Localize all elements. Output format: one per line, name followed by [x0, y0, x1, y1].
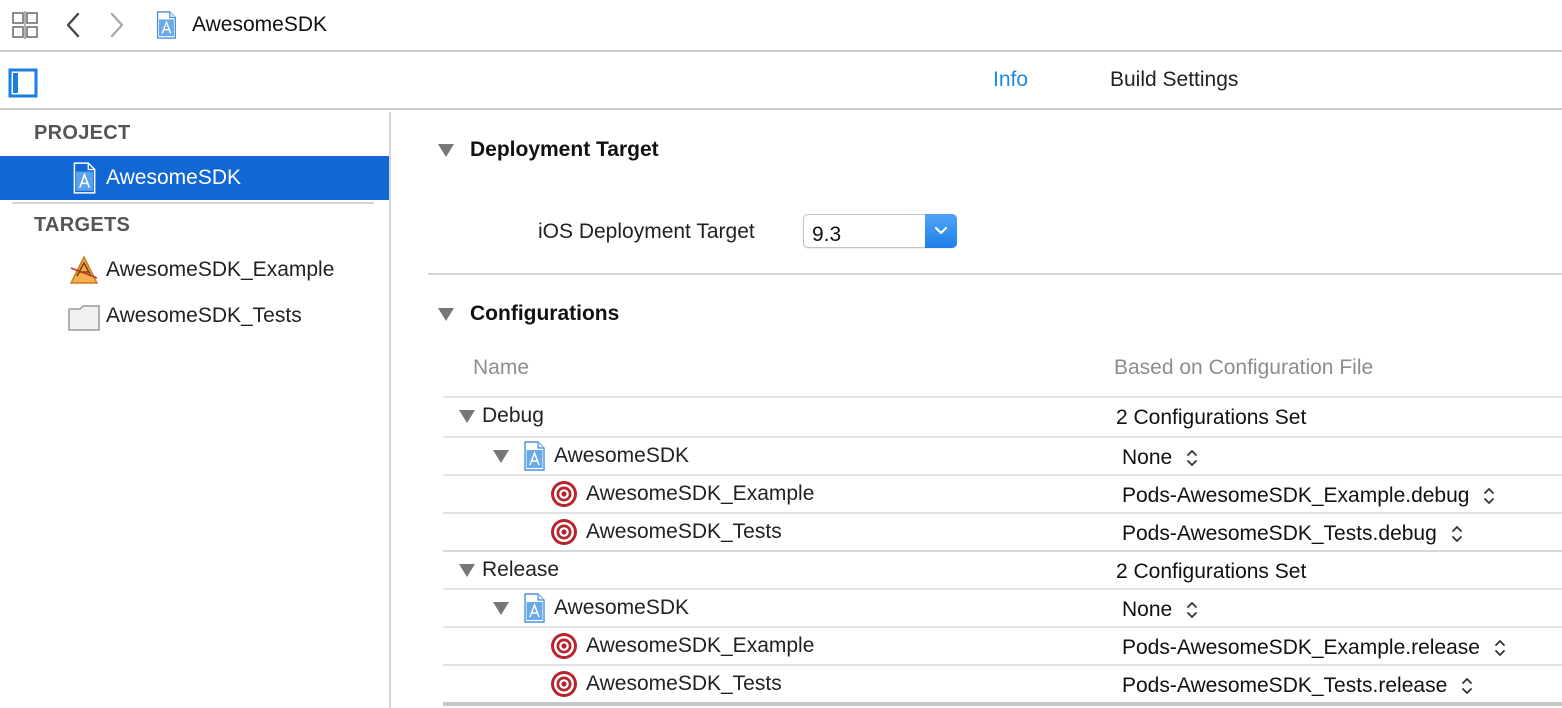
config-file-value: Pods-AwesomeSDK_Example.release — [1122, 636, 1480, 659]
config-summary: 2 Configurations Set — [1116, 406, 1307, 429]
project-navigator-sidebar: PROJECT AwesomeSDK TARGETS AwesomeSDK_Ex… — [0, 112, 391, 708]
config-file-value: Pods-AwesomeSDK_Tests.debug — [1122, 522, 1437, 545]
sidebar-divider — [12, 202, 374, 204]
sidebar-item-target-tests[interactable]: AwesomeSDK_Tests — [0, 294, 389, 338]
target-icon — [549, 631, 579, 661]
test-bundle-icon — [68, 305, 100, 331]
column-header-name: Name — [473, 356, 530, 379]
ios-deployment-target-combobox[interactable]: 9.3 — [803, 214, 957, 248]
config-target-row[interactable]: AwesomeSDK_Tests Pods-AwesomeSDK_Tests.d… — [443, 512, 1562, 550]
disclosure-triangle-icon[interactable] — [493, 602, 509, 615]
top-toolbar: AwesomeSDK — [0, 0, 1562, 52]
project-section-header: PROJECT — [34, 122, 131, 144]
info-editor: Deployment Target iOS Deployment Target … — [393, 112, 1562, 708]
section-divider — [428, 273, 1562, 275]
app-target-icon — [69, 255, 99, 284]
sidebar-item-label: AwesomeSDK_Example — [106, 258, 335, 281]
config-project-row[interactable]: AwesomeSDK None — [443, 588, 1562, 626]
config-target-row[interactable]: AwesomeSDK_Example Pods-AwesomeSDK_Examp… — [443, 626, 1562, 664]
configurations-title: Configurations — [470, 302, 620, 325]
config-target-name: AwesomeSDK_Tests — [586, 672, 782, 695]
updown-chevron-icon — [1494, 638, 1506, 658]
table-bottom-border — [443, 702, 1562, 706]
breadcrumb-title: AwesomeSDK — [192, 13, 328, 36]
disclosure-triangle-icon[interactable] — [438, 308, 454, 321]
sidebar-item-target-example[interactable]: AwesomeSDK_Example — [0, 248, 389, 292]
updown-chevron-icon — [1451, 524, 1463, 544]
config-file-popup[interactable]: Pods-AwesomeSDK_Example.debug — [1122, 484, 1495, 508]
config-target-row[interactable]: AwesomeSDK_Example Pods-AwesomeSDK_Examp… — [443, 474, 1562, 512]
config-name: Release — [482, 558, 560, 581]
config-file-popup[interactable]: Pods-AwesomeSDK_Tests.debug — [1122, 522, 1463, 546]
updown-chevron-icon — [1483, 486, 1495, 506]
config-file-popup[interactable]: None — [1122, 446, 1198, 470]
config-project-name: AwesomeSDK — [554, 596, 690, 619]
related-items-grid-icon[interactable] — [10, 10, 40, 40]
disclosure-triangle-icon[interactable] — [493, 450, 509, 463]
sidebar-item-label: AwesomeSDK_Tests — [106, 304, 302, 327]
ios-deployment-target-label: iOS Deployment Target — [538, 220, 755, 243]
chevron-down-icon[interactable] — [925, 214, 957, 248]
sidebar-item-label: AwesomeSDK — [106, 166, 242, 189]
disclosure-triangle-icon[interactable] — [459, 410, 475, 423]
config-file-popup[interactable]: Pods-AwesomeSDK_Tests.release — [1122, 674, 1473, 698]
project-file-icon — [152, 10, 180, 40]
config-summary: 2 Configurations Set — [1116, 560, 1307, 583]
project-file-icon — [519, 593, 549, 623]
forward-chevron-icon[interactable] — [104, 10, 130, 40]
sidebar-item-project[interactable]: AwesomeSDK — [0, 156, 389, 200]
target-icon — [549, 479, 579, 509]
ios-deployment-target-value: 9.3 — [812, 223, 842, 246]
config-file-value: Pods-AwesomeSDK_Example.debug — [1122, 484, 1470, 507]
tab-build-settings[interactable]: Build Settings — [1110, 68, 1238, 92]
config-target-row[interactable]: AwesomeSDK_Tests Pods-AwesomeSDK_Tests.r… — [443, 664, 1562, 702]
targets-section-header: TARGETS — [34, 214, 131, 236]
config-file-popup[interactable]: Pods-AwesomeSDK_Example.release — [1122, 636, 1506, 660]
config-file-value: None — [1122, 446, 1173, 469]
updown-chevron-icon — [1461, 676, 1473, 696]
config-target-name: AwesomeSDK_Tests — [586, 520, 782, 543]
breadcrumb[interactable]: AwesomeSDK — [152, 8, 327, 42]
back-chevron-icon[interactable] — [60, 10, 86, 40]
editor-tab-bar: Info Build Settings — [0, 54, 1562, 110]
disclosure-triangle-icon[interactable] — [459, 564, 475, 577]
config-group-row-debug[interactable]: Debug 2 Configurations Set — [443, 396, 1562, 434]
project-file-icon — [519, 441, 549, 471]
sidebar-toggle-icon[interactable] — [8, 68, 38, 98]
config-target-name: AwesomeSDK_Example — [586, 482, 815, 505]
config-file-popup[interactable]: None — [1122, 598, 1198, 622]
tab-info[interactable]: Info — [993, 68, 1028, 92]
deployment-target-title: Deployment Target — [470, 138, 659, 161]
updown-chevron-icon — [1186, 600, 1198, 620]
config-file-value: None — [1122, 598, 1173, 621]
target-icon — [549, 517, 579, 547]
config-group-row-release[interactable]: Release 2 Configurations Set — [443, 550, 1562, 588]
config-name: Debug — [482, 404, 544, 427]
column-header-config-file: Based on Configuration File — [1114, 356, 1374, 379]
disclosure-triangle-icon[interactable] — [438, 144, 454, 157]
config-project-row[interactable]: AwesomeSDK None — [443, 436, 1562, 474]
config-target-name: AwesomeSDK_Example — [586, 634, 815, 657]
config-project-name: AwesomeSDK — [554, 444, 690, 467]
target-icon — [549, 669, 579, 699]
project-file-icon — [68, 162, 100, 194]
updown-chevron-icon — [1186, 448, 1198, 468]
config-file-value: Pods-AwesomeSDK_Tests.release — [1122, 674, 1448, 697]
